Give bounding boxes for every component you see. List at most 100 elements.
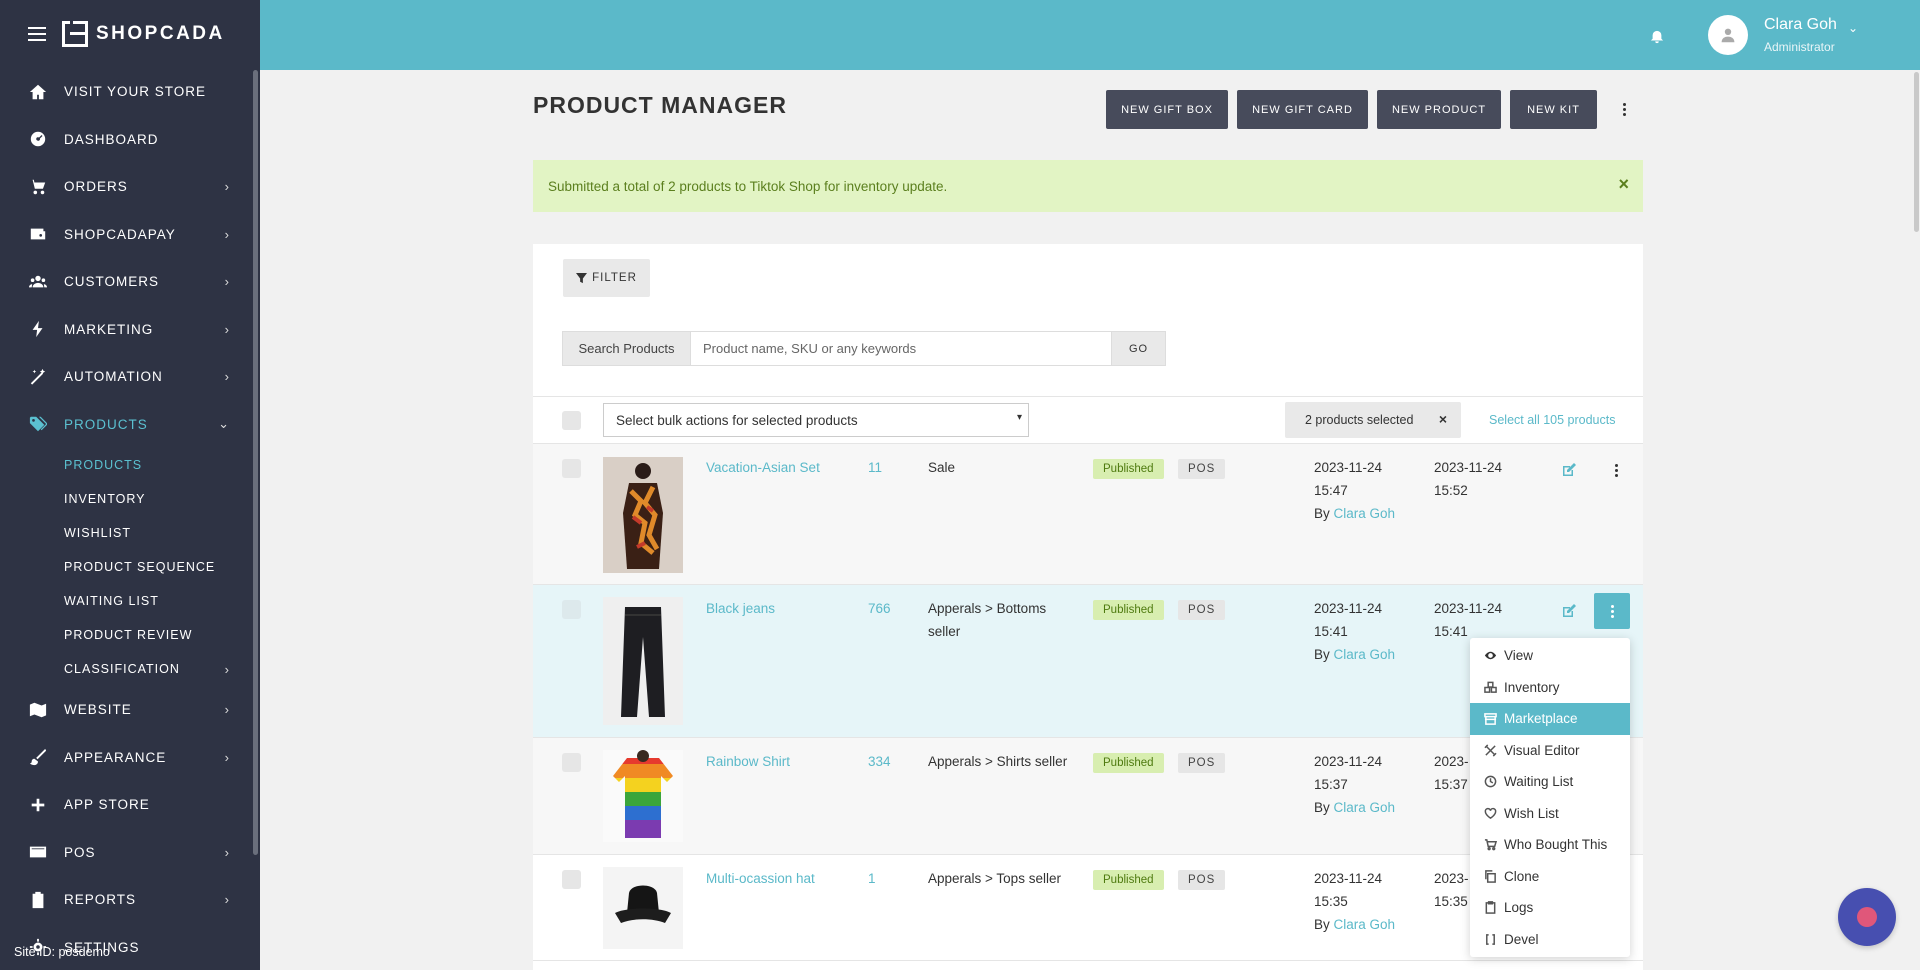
bulk-actions-select[interactable]: Select bulk actions for selected product… — [603, 403, 1029, 437]
row-checkbox[interactable] — [562, 459, 581, 478]
menu-item-visual-editor[interactable]: Visual Editor — [1470, 735, 1630, 767]
sidebar-subitem-classification[interactable]: CLASSIFICATION › — [0, 652, 260, 686]
sidebar-item-automation[interactable]: AUTOMATION › — [0, 353, 260, 401]
product-name-link[interactable]: Black jeans — [706, 601, 775, 616]
menu-item-inventory[interactable]: Inventory — [1470, 672, 1630, 704]
menu-item-waiting-list[interactable]: Waiting List — [1470, 766, 1630, 798]
sidebar-item-products[interactable]: PRODUCTS ⌄ — [0, 401, 260, 449]
row-checkbox[interactable] — [562, 600, 581, 619]
hat-image[interactable] — [603, 867, 683, 949]
brush-icon — [28, 747, 48, 767]
cart-icon — [28, 177, 48, 197]
menu-item-who-bought-this[interactable]: Who Bought This — [1470, 829, 1630, 861]
sidebar-item-orders[interactable]: ORDERS › — [0, 163, 260, 211]
sidebar-subitem-waiting-list[interactable]: WAITING LIST — [0, 584, 260, 618]
selected-count-badge: 2 products selected × — [1285, 402, 1461, 438]
product-name-link[interactable]: Multi-ocassion hat — [706, 871, 815, 886]
sidebar-subitem-product-review[interactable]: PRODUCT REVIEW — [0, 618, 260, 652]
bell-icon[interactable] — [1650, 30, 1664, 44]
channel-badge: POS — [1178, 870, 1226, 890]
status-badge: Published — [1093, 870, 1164, 890]
product-qty-link[interactable]: 334 — [868, 754, 891, 769]
row-more-icon[interactable] — [1608, 462, 1624, 478]
plus-icon — [28, 795, 48, 815]
success-alert: Submitted a total of 2 products to Tikto… — [533, 160, 1643, 212]
menu-item-wish-list[interactable]: Wish List — [1470, 798, 1630, 830]
sidebar-scrollbar[interactable] — [253, 70, 258, 855]
sidebar-item-pos[interactable]: POS › — [0, 829, 260, 877]
sidebar: SHOPCADA VISIT YOUR STORE DASHBOARD ORDE… — [0, 0, 260, 970]
heart-icon — [1483, 806, 1497, 820]
sidebar-item-visit-store[interactable]: VISIT YOUR STORE — [0, 68, 260, 116]
channel-badge: POS — [1178, 600, 1226, 620]
sidebar-item-appearance[interactable]: APPEARANCE › — [0, 734, 260, 782]
avatar[interactable] — [1708, 15, 1748, 55]
menu-item-view[interactable]: View — [1470, 640, 1630, 672]
hamburger-menu-icon[interactable] — [28, 27, 46, 41]
sidebar-item-website[interactable]: WEBSITE › — [0, 686, 260, 734]
new-kit-button[interactable]: NEW KIT — [1510, 90, 1597, 129]
page-scrollbar[interactable] — [1914, 72, 1919, 232]
dress-image[interactable] — [603, 457, 683, 573]
chevron-right-icon: › — [224, 226, 230, 242]
sidebar-item-reports[interactable]: REPORTS › — [0, 876, 260, 924]
menu-item-devel[interactable]: Devel — [1470, 924, 1630, 956]
product-qty-link[interactable]: 11 — [868, 460, 882, 475]
user-name[interactable]: Clara Goh — [1764, 16, 1837, 34]
edit-icon[interactable] — [1561, 603, 1577, 619]
jeans-image[interactable] — [603, 597, 683, 725]
sidebar-item-shopcadapay[interactable]: SHOPCADAPAY › — [0, 211, 260, 259]
sidebar-subitem-products[interactable]: PRODUCTS — [0, 448, 260, 482]
filter-button[interactable]: FILTER — [563, 259, 650, 297]
new-gift-box-button[interactable]: NEW GIFT BOX — [1106, 90, 1228, 129]
chevron-down-icon[interactable]: ⌄ — [1848, 21, 1858, 35]
new-gift-card-button[interactable]: NEW GIFT CARD — [1237, 90, 1368, 129]
user-role: Administrator — [1764, 40, 1835, 54]
shirt-image[interactable] — [603, 750, 683, 842]
close-icon[interactable]: × — [1618, 174, 1629, 195]
chevron-right-icon: › — [224, 321, 230, 337]
go-button[interactable]: GO — [1111, 332, 1165, 365]
menu-item-marketplace[interactable]: Marketplace — [1470, 703, 1630, 735]
author-link[interactable]: Clara Goh — [1334, 800, 1396, 815]
created-info: 2023-11-24 15:35 By Clara Goh — [1314, 871, 1396, 932]
product-category: Apperals > Tops seller — [928, 871, 1061, 886]
chat-widget-button[interactable] — [1838, 888, 1896, 946]
product-name-link[interactable]: Rainbow Shirt — [706, 754, 790, 769]
sidebar-subitem-wishlist[interactable]: WISHLIST — [0, 516, 260, 550]
row-more-button-active[interactable] — [1594, 593, 1630, 629]
row-checkbox[interactable] — [562, 870, 581, 889]
product-name-link[interactable]: Vacation-Asian Set — [706, 460, 820, 475]
select-all-checkbox[interactable] — [562, 411, 581, 430]
menu-item-clone[interactable]: Clone — [1470, 861, 1630, 893]
status-badge: Published — [1093, 459, 1164, 479]
new-product-button[interactable]: NEW PRODUCT — [1377, 90, 1501, 129]
chevron-right-icon: › — [224, 844, 230, 860]
product-qty-link[interactable]: 766 — [868, 601, 891, 616]
author-link[interactable]: Clara Goh — [1334, 506, 1396, 521]
author-link[interactable]: Clara Goh — [1334, 917, 1396, 932]
status-badge: Published — [1093, 600, 1164, 620]
site-id-label: Site ID: posdemo — [14, 945, 110, 959]
select-all-link[interactable]: Select all 105 products — [1489, 413, 1615, 427]
tools-icon — [1483, 743, 1497, 757]
search-input[interactable] — [691, 332, 1111, 365]
brand-logo[interactable]: SHOPCADA — [62, 21, 225, 47]
menu-item-logs[interactable]: Logs — [1470, 892, 1630, 924]
channel-badge: POS — [1178, 753, 1226, 773]
status-badge: Published — [1093, 753, 1164, 773]
sidebar-item-app-store[interactable]: APP STORE — [0, 781, 260, 829]
product-qty-link[interactable]: 1 — [868, 871, 876, 886]
card-icon — [28, 842, 48, 862]
sidebar-subitem-inventory[interactable]: INVENTORY — [0, 482, 260, 516]
row-checkbox[interactable] — [562, 753, 581, 772]
close-icon[interactable]: × — [1439, 411, 1447, 427]
sidebar-item-customers[interactable]: CUSTOMERS › — [0, 258, 260, 306]
sidebar-item-marketing[interactable]: MARKETING › — [0, 306, 260, 354]
page-more-icon[interactable] — [1616, 101, 1632, 117]
author-link[interactable]: Clara Goh — [1334, 647, 1396, 662]
edit-icon[interactable] — [1561, 462, 1577, 478]
sidebar-item-dashboard[interactable]: DASHBOARD — [0, 116, 260, 164]
bracket-icon — [1483, 932, 1497, 946]
sidebar-subitem-product-sequence[interactable]: PRODUCT SEQUENCE — [0, 550, 260, 584]
